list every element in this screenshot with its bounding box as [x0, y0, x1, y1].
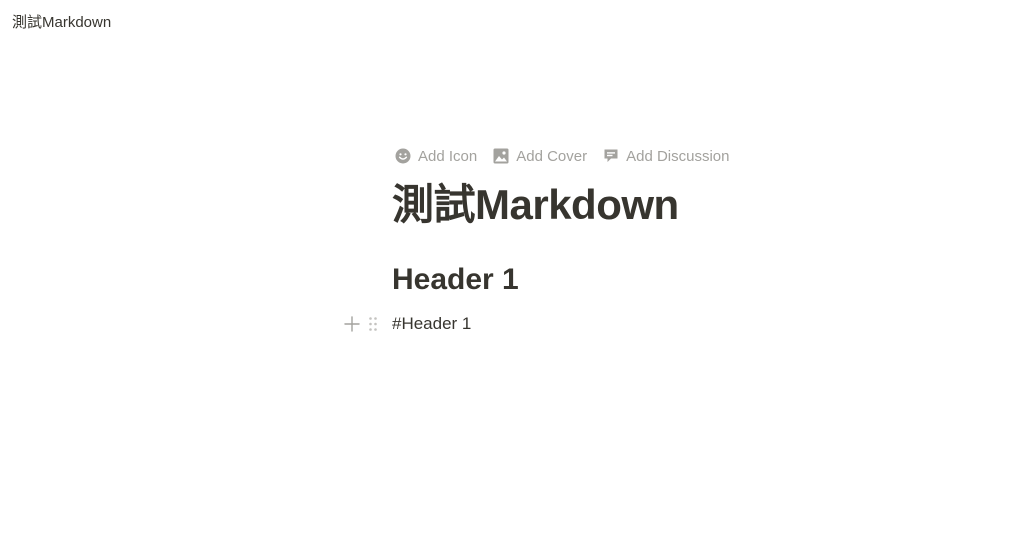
page-title[interactable]: 測試Markdown	[392, 178, 992, 232]
image-icon	[492, 147, 510, 165]
add-cover-button[interactable]: Add Cover	[492, 142, 587, 170]
add-discussion-button[interactable]: Add Discussion	[602, 142, 729, 170]
block-handles	[342, 311, 380, 337]
smiley-face-icon	[394, 147, 412, 165]
header-block[interactable]: Header 1	[392, 260, 992, 300]
breadcrumb[interactable]: 測試Markdown	[12, 11, 111, 32]
add-discussion-label: Add Discussion	[626, 147, 730, 165]
page-content: Add Icon Add Cover Add Discussion 測試Mark…	[344, 142, 992, 337]
add-icon-label: Add Icon	[418, 147, 478, 165]
page-controls: Add Icon Add Cover Add Discussion	[394, 142, 992, 170]
add-cover-label: Add Cover	[516, 147, 588, 165]
drag-handle-icon[interactable]	[366, 312, 380, 336]
comment-icon	[602, 147, 620, 165]
add-icon-button[interactable]: Add Icon	[394, 142, 477, 170]
plus-icon[interactable]	[342, 312, 362, 336]
topbar: 測試Markdown	[0, 0, 1024, 40]
text-block-row: #Header 1	[344, 311, 992, 337]
text-block[interactable]: #Header 1	[392, 314, 471, 334]
